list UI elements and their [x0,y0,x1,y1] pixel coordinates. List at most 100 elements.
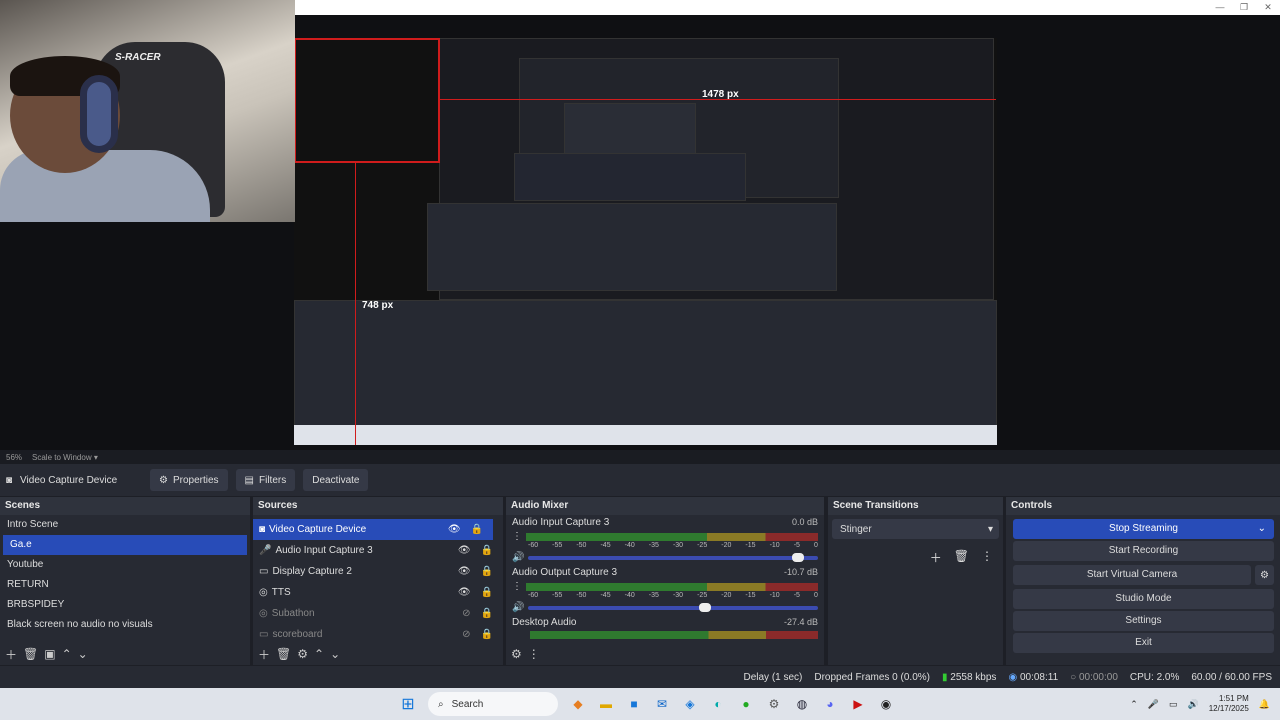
minimize-icon[interactable]: — [1208,0,1232,15]
obs-icon[interactable]: ◉ [875,693,897,715]
source-item[interactable]: ◙ Video Capture Device 👁 🔒 [253,519,493,540]
lock-icon[interactable]: 🔒 [481,587,493,598]
microphone-icon[interactable]: 🎤 [1148,699,1159,710]
source-bounding-box[interactable] [294,38,440,163]
down-arrow-icon[interactable]: ⌄ [78,647,88,661]
camera-icon: ◙ [259,524,266,535]
properties-button[interactable]: ⚙ Properties [150,469,228,491]
preview-area[interactable]: 1478 px 748 px S-RACER [0,0,1280,450]
bitrate-status: ▮ 2558 kbps [941,671,997,683]
source-item[interactable]: ▭ scoreboard ⊘ 🔒 [253,624,503,645]
meter-tick: 0 [813,542,818,549]
deactivate-button[interactable]: Deactivate [303,469,369,491]
volume-icon[interactable]: 🔊 [1188,699,1199,710]
widgets-icon[interactable]: ◆ [567,693,589,715]
add-icon[interactable]: ＋ [258,646,270,663]
eye-icon[interactable]: 👁 [458,566,471,577]
scene-item[interactable]: Ga.e [3,535,247,555]
filter-icon[interactable]: ▣ [44,647,55,661]
dropped-frames: Dropped Frames 0 (0.0%) [814,671,930,683]
network-icon[interactable]: ▭ [1169,699,1178,710]
scene-item[interactable]: RETURN [0,575,250,595]
meter-tick: -25 [697,542,708,549]
restore-icon[interactable]: ❐ [1232,0,1256,15]
studio-mode-button[interactable]: Studio Mode [1013,589,1274,609]
file-explorer-icon[interactable]: ▬ [595,693,617,715]
lock-icon[interactable]: 🔒 [481,629,493,640]
delay-status: Delay (1 sec) [743,671,803,683]
edge-icon[interactable]: ◐ [707,693,729,715]
store-icon[interactable]: ■ [623,693,645,715]
windows-start-icon[interactable]: ⊞ [397,693,419,715]
trash-icon[interactable]: 🗑 [954,549,969,566]
settings-button[interactable]: Settings [1013,611,1274,631]
filter-icon: ▤ [244,474,254,486]
meter-tick: -15 [745,592,756,599]
menu-dots-icon[interactable]: ⋮ [512,531,522,542]
sources-header: Sources [253,497,503,515]
stop-streaming-button[interactable]: Stop Streaming ⌄ [1013,519,1274,539]
scale-percent: 56% [6,452,23,462]
down-arrow-icon[interactable]: ⌄ [330,647,340,661]
taskbar-search[interactable]: ⌕ Search [428,692,558,716]
sources-dock: Sources ◙ Video Capture Device 👁 🔒 🎤 Audio … [253,497,503,665]
system-clock[interactable]: 1:51 PM 12/17/2025 [1209,694,1249,714]
eye-hidden-icon[interactable]: ⊘ [462,629,470,640]
lock-icon[interactable]: 🔒 [481,608,493,619]
filters-button[interactable]: ▤ Filters [235,469,296,491]
lock-icon[interactable]: 🔒 [481,566,493,577]
eye-icon[interactable]: 👁 [458,545,471,556]
speaker-icon[interactable]: 🔊 [512,552,524,563]
scene-item[interactable]: Youtube [0,555,250,575]
trash-icon[interactable]: 🗑 [276,647,291,661]
chevron-down-icon[interactable]: ⌄ [1258,519,1266,539]
close-icon[interactable]: ✕ [1256,0,1280,15]
add-icon[interactable]: ＋ [930,549,942,566]
gear-icon[interactable]: ⚙ [511,647,522,661]
speaker-icon[interactable]: 🔊 [512,602,524,613]
scene-item[interactable]: Black screen no audio no visuals [0,615,250,635]
lock-icon[interactable]: 🔒 [471,524,483,535]
settings-icon[interactable]: ⚙ [763,693,785,715]
meter-tick: -45 [600,542,611,549]
up-arrow-icon[interactable]: ⌃ [314,647,324,661]
menu-dots-icon[interactable]: ⋮ [512,581,522,592]
source-item[interactable]: ◎ Subathon ⊘ 🔒 [253,603,503,624]
scene-item[interactable]: BRBSPIDEY [0,595,250,615]
up-arrow-icon[interactable]: ⌃ [62,647,72,661]
slider-knob[interactable] [791,552,804,562]
menu-dots-icon[interactable]: ⋮ [981,549,993,566]
transition-select[interactable]: Stinger ▾ [832,519,999,539]
streaming-app-icon[interactable]: ▶ [847,693,869,715]
eye-icon[interactable]: 👁 [448,524,461,535]
meter-tick: -60 [528,542,539,549]
start-recording-button[interactable]: Start Recording [1013,541,1274,561]
add-icon[interactable]: ＋ [5,646,17,663]
gear-icon[interactable]: ⚙ [297,647,308,661]
chevron-up-icon[interactable]: ⌃ [1130,699,1138,710]
lock-icon[interactable]: 🔒 [481,545,493,556]
exit-button[interactable]: Exit [1013,633,1274,653]
volume-slider[interactable] [528,602,818,612]
discord-icon[interactable]: ◕ [819,693,841,715]
scene-item[interactable]: Intro Scene [0,515,250,535]
outlook-icon[interactable]: ✉ [651,693,673,715]
app-icon[interactable]: ◈ [679,693,701,715]
volume-slider[interactable] [528,552,818,562]
eye-hidden-icon[interactable]: ⊘ [462,608,470,619]
scale-mode-dropdown[interactable]: Scale to Window ▾ [32,453,98,462]
eye-icon[interactable]: 👁 [458,587,471,598]
steam-icon[interactable]: ◍ [791,693,813,715]
slider-knob[interactable] [699,602,712,612]
menu-dots-icon[interactable]: ⋮ [528,647,540,661]
meter-tick: -55 [552,592,563,599]
source-item[interactable]: ▭ Display Capture 2 👁 🔒 [253,561,503,582]
source-item[interactable]: 🎤 Audio Input Capture 3 👁 🔒 [253,540,503,561]
notification-icon[interactable]: 🔔 [1259,699,1270,710]
scenes-header: Scenes [0,497,250,515]
virtual-camera-settings-button[interactable]: ⚙ [1255,565,1274,585]
start-virtual-camera-button[interactable]: Start Virtual Camera [1013,565,1252,585]
source-item[interactable]: ◎ TTS 👁 🔒 [253,582,503,603]
trash-icon[interactable]: 🗑 [23,647,38,661]
chat-app-icon[interactable]: ● [735,693,757,715]
